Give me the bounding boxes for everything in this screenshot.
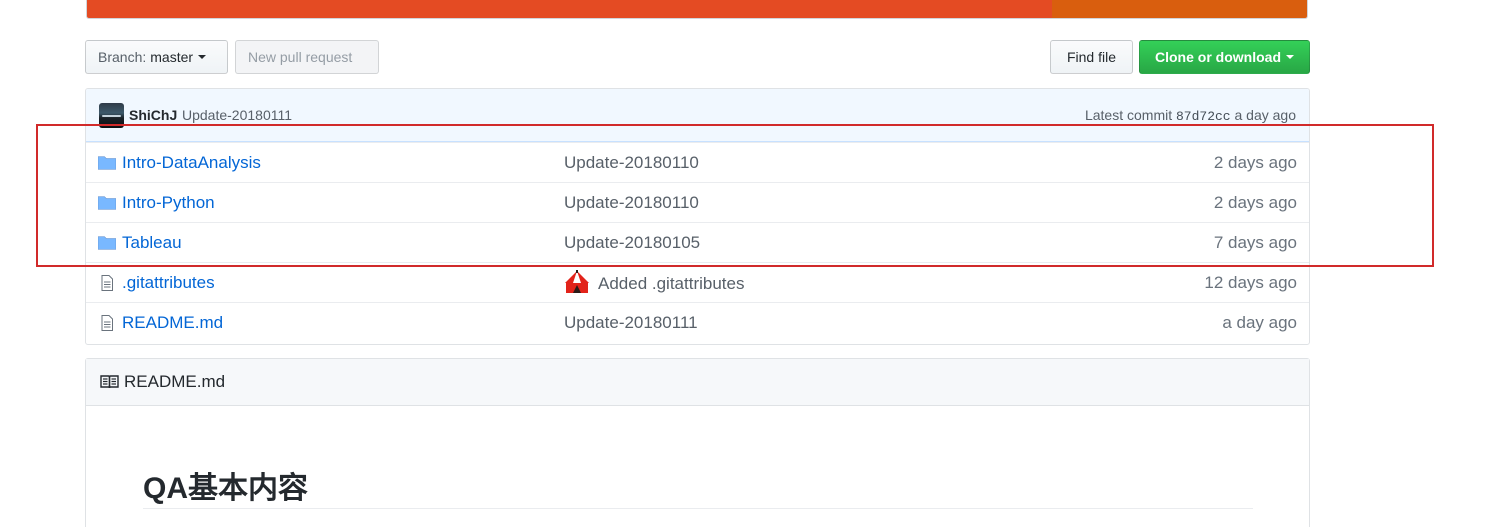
branch-select-button[interactable]: Branch: master xyxy=(85,40,228,74)
file-age: 2 days ago xyxy=(1213,153,1297,172)
book-icon xyxy=(100,375,119,389)
heading-divider xyxy=(143,508,1253,509)
clone-or-download-button[interactable]: Clone or download xyxy=(1139,40,1310,74)
readme-panel: README.md QA基本内容 xyxy=(85,358,1310,527)
file-commit-message[interactable]: Update-20180105 xyxy=(564,233,700,253)
latest-commit-bar: ShiChJ Update-20180111 Latest commit 87d… xyxy=(86,89,1309,142)
language-segment-secondary xyxy=(1052,0,1307,18)
chevron-down-icon xyxy=(1286,55,1294,59)
file-icon xyxy=(101,315,113,331)
file-commit-message[interactable]: Update-20180111 xyxy=(564,313,698,333)
commit-message-link[interactable]: Update-20180111 xyxy=(182,107,292,123)
file-age: 2 days ago xyxy=(1213,193,1297,212)
author-avatar[interactable] xyxy=(99,103,124,128)
file-age: a day ago xyxy=(1222,313,1297,332)
file-row[interactable]: Tableau Update-20180105 7 days ago xyxy=(86,222,1309,262)
latest-commit-prefix: Latest commit xyxy=(1084,107,1173,123)
language-bar[interactable] xyxy=(86,0,1308,19)
file-name-link[interactable]: Tableau xyxy=(122,233,182,253)
file-row[interactable]: .gitattributes Added .gitattributes 12 d… xyxy=(86,262,1309,302)
circus-tent-icon xyxy=(565,270,589,293)
file-table: ShiChJ Update-20180111 Latest commit 87d… xyxy=(85,88,1310,345)
latest-commit-meta: Latest commit 87d72cc a day ago xyxy=(1085,107,1296,124)
file-commit-message[interactable]: Update-20180110 xyxy=(564,153,699,173)
file-name-link[interactable]: Intro-DataAnalysis xyxy=(122,153,261,173)
branch-name: master xyxy=(150,49,194,65)
folder-icon xyxy=(98,236,116,250)
chevron-down-icon xyxy=(198,55,207,59)
file-name-link[interactable]: .gitattributes xyxy=(122,273,215,293)
folder-icon xyxy=(98,156,116,170)
folder-icon xyxy=(98,196,116,210)
file-name-link[interactable]: Intro-Python xyxy=(122,193,215,213)
file-row[interactable]: Intro-Python Update-20180110 2 days ago xyxy=(86,182,1309,222)
file-name-link[interactable]: README.md xyxy=(122,313,223,333)
commit-sha-link[interactable]: 87d72cc xyxy=(1176,109,1231,124)
commit-author-link[interactable]: ShiChJ xyxy=(129,107,177,123)
file-commit-message[interactable]: Added .gitattributes xyxy=(564,270,744,294)
latest-commit-age: a day ago xyxy=(1234,107,1297,123)
branch-prefix: Branch: xyxy=(98,49,147,65)
language-segment-primary xyxy=(87,0,1053,18)
file-commit-message[interactable]: Update-20180110 xyxy=(564,193,699,213)
file-row[interactable]: Intro-DataAnalysis Update-20180110 2 day… xyxy=(86,142,1309,182)
file-icon xyxy=(101,275,113,291)
file-row[interactable]: README.md Update-20180111 a day ago xyxy=(86,302,1309,342)
readme-heading: QA基本内容 xyxy=(143,472,308,505)
readme-title: README.md xyxy=(124,372,226,391)
new-pull-request-button[interactable]: New pull request xyxy=(235,40,379,74)
readme-header: README.md xyxy=(86,359,1309,406)
file-age: 7 days ago xyxy=(1213,233,1297,252)
file-age: 12 days ago xyxy=(1204,273,1297,292)
repo-page: Branch: master New pull request Find fil… xyxy=(0,0,1504,527)
find-file-button[interactable]: Find file xyxy=(1050,40,1133,74)
clone-label: Clone or download xyxy=(1155,49,1281,65)
